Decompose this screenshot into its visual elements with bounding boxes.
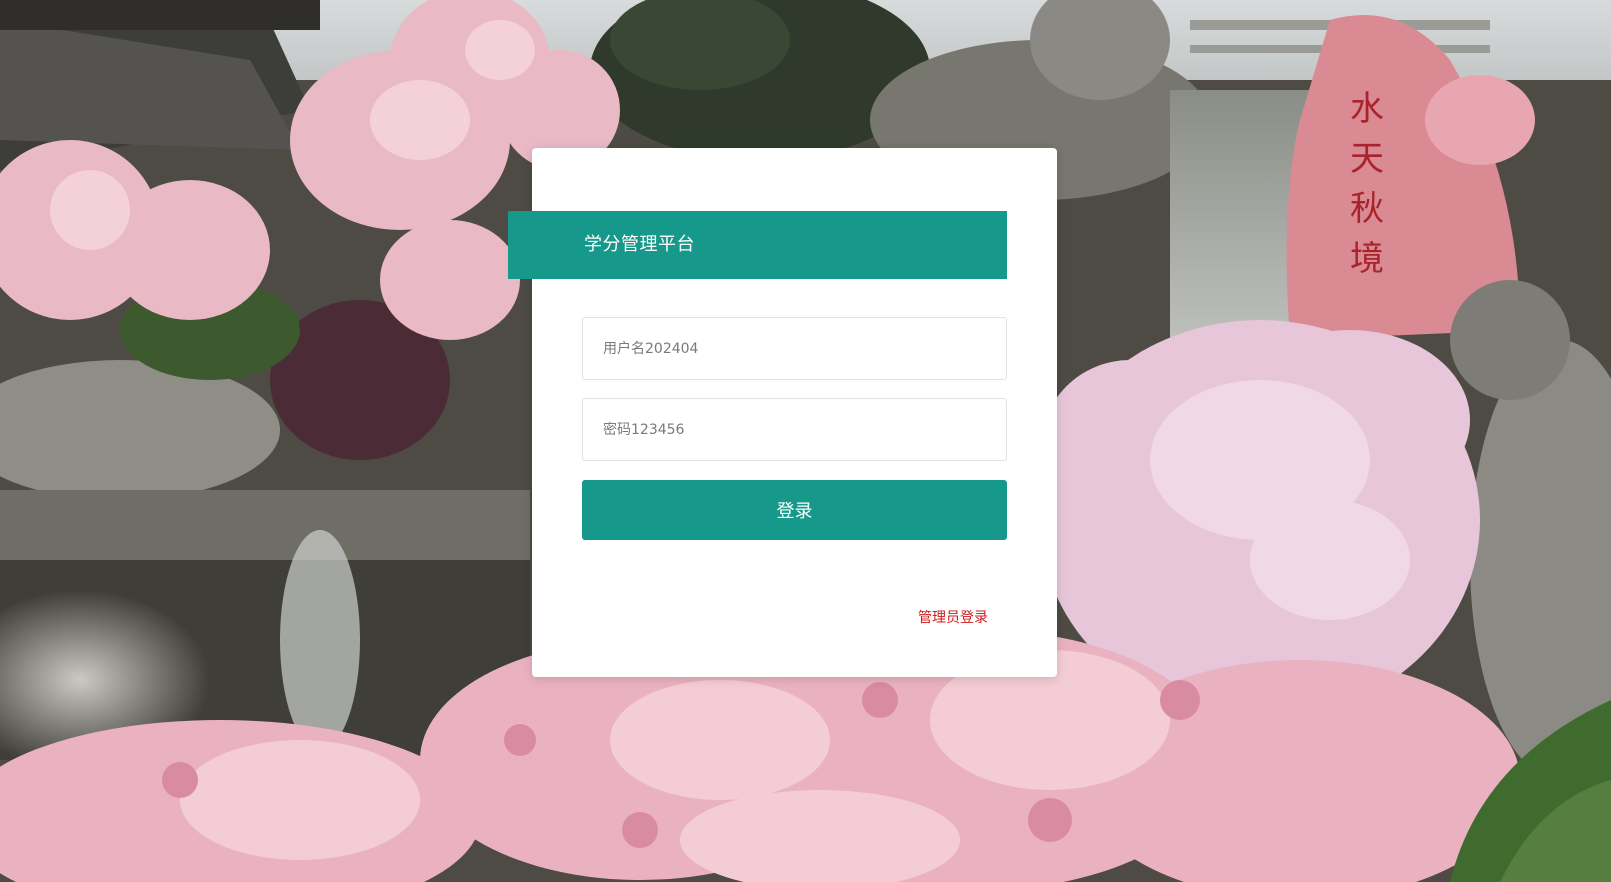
- admin-login-link[interactable]: 管理员登录: [918, 607, 988, 627]
- svg-text:水: 水: [1350, 89, 1384, 129]
- password-input[interactable]: [582, 398, 1007, 461]
- page-title: 学分管理平台: [508, 211, 1007, 279]
- svg-text:天: 天: [1350, 139, 1384, 179]
- username-input[interactable]: [582, 317, 1007, 380]
- svg-text:境: 境: [1350, 239, 1384, 279]
- login-button[interactable]: 登录: [582, 480, 1007, 540]
- svg-text:秋: 秋: [1350, 189, 1384, 229]
